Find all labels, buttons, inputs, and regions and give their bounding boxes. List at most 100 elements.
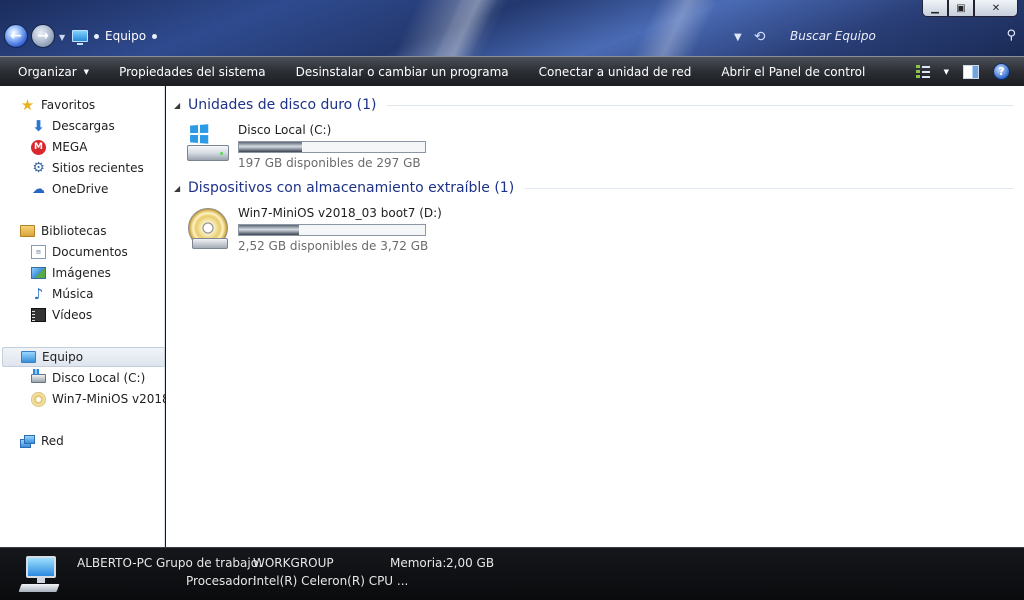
- nav-equipo[interactable]: Equipo: [2, 347, 165, 367]
- system-properties-button[interactable]: Propiedades del sistema: [104, 57, 281, 87]
- uninstall-program-button[interactable]: Desinstalar o cambiar un programa: [281, 57, 524, 87]
- details-pane: ALBERTO-PC Grupo de trabajo: WORKGROUP M…: [0, 547, 1024, 600]
- arrow-right-icon: →: [37, 28, 49, 44]
- nav-documentos[interactable]: ≡ Documentos: [31, 242, 165, 262]
- nav-descargas[interactable]: ⬇ Descargas: [31, 116, 165, 136]
- maximize-button[interactable]: ▣: [948, 0, 974, 17]
- nav-label: Disco Local (C:): [52, 371, 146, 385]
- view-options-dropdown[interactable]: ▼: [944, 68, 949, 76]
- nav-label: Vídeos: [52, 308, 93, 322]
- nav-label: Equipo: [42, 350, 84, 364]
- nav-favoritos[interactable]: ★ Favoritos: [20, 95, 165, 115]
- drive-name: Disco Local (C:): [238, 123, 332, 137]
- computer-icon: [21, 351, 36, 363]
- drive-usage-fill: [239, 142, 302, 152]
- change-view-icon[interactable]: [915, 65, 930, 79]
- drive-free-space: 197 GB disponibles de 297 GB: [238, 156, 421, 170]
- computer-icon: [18, 556, 60, 596]
- forward-button[interactable]: →: [31, 24, 55, 48]
- computer-icon: [72, 30, 88, 45]
- back-button[interactable]: ←: [4, 24, 28, 48]
- nav-videos[interactable]: Vídeos: [31, 305, 165, 325]
- nav-label: Red: [41, 434, 64, 448]
- nav-label: Descargas: [52, 119, 115, 133]
- nav-sitios-recientes[interactable]: ⚙ Sitios recientes: [31, 158, 165, 178]
- drive-usage-bar: [238, 224, 426, 236]
- command-bar: Organizar ▼ Propiedades del sistema Desi…: [0, 56, 1024, 86]
- title-bar: ▁ ▣ ✕ ← → ▼ Equipo ▼ ⟲ Buscar Equipo ⚲: [0, 0, 1024, 56]
- nav-label: Imágenes: [52, 266, 111, 280]
- cd-drive-icon: [31, 391, 46, 407]
- drive-name: Win7-MiniOS v2018_03 boot7 (D:): [238, 206, 442, 220]
- minimize-button[interactable]: ▁: [922, 0, 948, 17]
- nav-onedrive[interactable]: ☁ OneDrive: [31, 179, 165, 199]
- navigation-pane: ★ Favoritos ⬇ Descargas M MEGA ⚙ Sitios …: [0, 86, 165, 547]
- group-divider: [386, 104, 1014, 106]
- film-icon: [31, 308, 46, 322]
- drive-tile-d[interactable]: Win7-MiniOS v2018_03 boot7 (D:) 2,52 GB …: [186, 206, 606, 254]
- computer-name: ALBERTO-PC: [77, 556, 153, 570]
- nav-imagenes[interactable]: Imágenes: [31, 263, 165, 283]
- address-actions: ▼ ⟲: [734, 29, 765, 45]
- document-icon: ≡: [31, 245, 46, 259]
- nav-mega[interactable]: M MEGA: [31, 137, 165, 157]
- breadcrumb-separator-icon[interactable]: [94, 33, 99, 39]
- collapse-triangle-icon[interactable]: ◢: [174, 101, 188, 110]
- search-icon[interactable]: ⚲: [1006, 28, 1016, 43]
- hard-drive-icon: [186, 124, 230, 165]
- recent-places-icon: ⚙: [32, 160, 45, 176]
- help-icon[interactable]: ?: [993, 63, 1010, 80]
- nav-drive-d[interactable]: Win7-MiniOS v2018_03 boot7 (D:): [31, 389, 165, 409]
- address-history-dropdown[interactable]: ▼: [734, 32, 742, 43]
- nav-label: Bibliotecas: [41, 224, 107, 238]
- group-title: Unidades de disco duro (1): [188, 97, 377, 113]
- open-control-panel-button[interactable]: Abrir el Panel de control: [706, 57, 880, 87]
- group-divider: [524, 187, 1014, 189]
- organize-label: Organizar: [18, 64, 77, 79]
- group-header-hard-disks[interactable]: ◢ Unidades de disco duro (1): [174, 95, 1014, 115]
- search-input[interactable]: Buscar Equipo ⚲: [780, 26, 1022, 46]
- nav-label: MEGA: [52, 140, 88, 154]
- command-bar-right: ▼ ?: [915, 63, 1010, 80]
- nav-red[interactable]: Red: [20, 431, 165, 451]
- breadcrumb-equipo[interactable]: Equipo: [105, 29, 146, 43]
- cd-drive-icon: [186, 208, 230, 249]
- nav-disco-local-c[interactable]: Disco Local (C:): [31, 368, 165, 388]
- nav-label: Música: [52, 287, 94, 301]
- address-bar[interactable]: Equipo: [72, 27, 158, 45]
- nav-musica[interactable]: ♪ Música: [31, 284, 165, 304]
- nav-label: Favoritos: [41, 98, 96, 112]
- collapse-triangle-icon[interactable]: ◢: [174, 184, 188, 193]
- music-note-icon: ♪: [33, 284, 44, 303]
- group-title: Dispositivos con almacenamiento extraíbl…: [188, 180, 515, 196]
- nav-label: Win7-MiniOS v2018_03 boot7 (D:): [52, 392, 165, 406]
- breadcrumb-separator-icon[interactable]: [152, 33, 158, 39]
- workgroup-value: WORKGROUP: [253, 556, 334, 570]
- nav-bibliotecas[interactable]: Bibliotecas: [20, 221, 165, 241]
- drive-tile-c[interactable]: Disco Local (C:) 197 GB disponibles de 2…: [186, 123, 606, 171]
- window-controls: ▁ ▣ ✕: [922, 0, 1018, 17]
- nav-label: Documentos: [52, 245, 128, 259]
- memory-value: 2,00 GB: [446, 556, 495, 570]
- close-button[interactable]: ✕: [974, 0, 1018, 17]
- recent-pages-dropdown[interactable]: ▼: [59, 33, 65, 42]
- organize-button[interactable]: Organizar ▼: [0, 57, 104, 87]
- star-icon: ★: [20, 95, 35, 114]
- drive-usage-fill: [239, 225, 300, 235]
- refresh-icon[interactable]: ⟲: [754, 29, 766, 45]
- map-network-drive-button[interactable]: Conectar a unidad de red: [524, 57, 707, 87]
- mega-icon: M: [31, 139, 46, 155]
- download-arrow-icon: ⬇: [32, 116, 45, 135]
- preview-pane-icon[interactable]: [963, 64, 979, 79]
- memory-label: Memoria:: [390, 556, 447, 570]
- content-pane: ◢ Unidades de disco duro (1) Disco Local…: [166, 86, 1024, 547]
- nav-label: Sitios recientes: [52, 161, 144, 175]
- processor-value: Intel(R) Celeron(R) CPU ...: [253, 574, 409, 588]
- processor-label: Procesador:: [186, 574, 257, 588]
- network-icon: [20, 434, 35, 448]
- aero-glass-streak: [612, 0, 728, 56]
- workgroup-label: Grupo de trabajo:: [156, 556, 263, 570]
- drive-free-space: 2,52 GB disponibles de 3,72 GB: [238, 239, 429, 253]
- group-header-removable[interactable]: ◢ Dispositivos con almacenamiento extraí…: [174, 178, 1014, 198]
- cloud-icon: ☁: [32, 181, 45, 197]
